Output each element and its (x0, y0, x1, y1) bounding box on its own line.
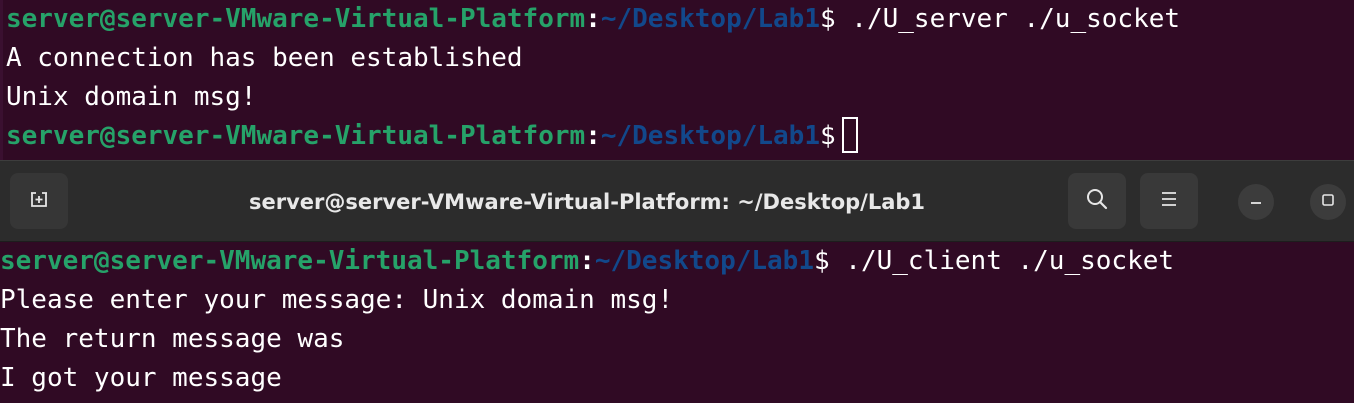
maximize-icon (1320, 192, 1336, 213)
prompt-user: server@server-VMware-Virtual-Platform (0, 246, 580, 276)
output-line: I got your message (0, 363, 282, 393)
prompt-dollar: $ (820, 4, 836, 34)
prompt-command: ./U_server ./u_socket (835, 4, 1181, 34)
prompt-dollar: $ (814, 246, 830, 276)
prompt-colon: : (585, 121, 601, 151)
new-tab-icon (28, 188, 50, 215)
text-cursor (841, 117, 858, 153)
search-button[interactable] (1068, 173, 1126, 229)
minimize-button[interactable] (1238, 184, 1274, 220)
prompt-colon: : (579, 246, 595, 276)
prompt-path: ~/Desktop/Lab1 (600, 121, 820, 151)
search-icon (1085, 187, 1109, 216)
new-tab-button[interactable] (10, 173, 68, 229)
client-terminal-output[interactable]: server@server-VMware-Virtual-Platform:~/… (0, 242, 1354, 403)
output-line: Please enter your message: Unix domain m… (0, 285, 674, 315)
window-title: server@server-VMware-Virtual-Platform: ~… (248, 190, 926, 214)
prompt-user: server@server-VMware-Virtual-Platform (6, 4, 586, 34)
prompt-path: ~/Desktop/Lab1 (600, 4, 820, 34)
terminal-titlebar[interactable]: server@server-VMware-Virtual-Platform: ~… (0, 160, 1354, 242)
output-line: A connection has been established (6, 43, 523, 73)
prompt-colon: : (585, 4, 601, 34)
prompt-path: ~/Desktop/Lab1 (594, 246, 814, 276)
prompt-command: ./U_client ./u_socket (829, 246, 1175, 276)
client-prompt-line: server@server-VMware-Virtual-Platform:~/… (0, 242, 1354, 281)
menu-button[interactable] (1140, 173, 1198, 229)
maximize-button[interactable] (1310, 184, 1346, 220)
output-line: Unix domain msg! (6, 82, 257, 112)
minimize-icon (1248, 192, 1264, 213)
server-prompt-line: server@server-VMware-Virtual-Platform:~/… (6, 0, 1354, 39)
prompt-user: server@server-VMware-Virtual-Platform (6, 121, 586, 151)
server-terminal-output[interactable]: server@server-VMware-Virtual-Platform:~/… (0, 0, 1354, 160)
server-active-prompt-line: server@server-VMware-Virtual-Platform:~/… (6, 117, 1354, 156)
hamburger-menu-icon (1158, 188, 1180, 215)
output-line: The return message was (0, 324, 345, 354)
prompt-dollar: $ (820, 121, 836, 151)
